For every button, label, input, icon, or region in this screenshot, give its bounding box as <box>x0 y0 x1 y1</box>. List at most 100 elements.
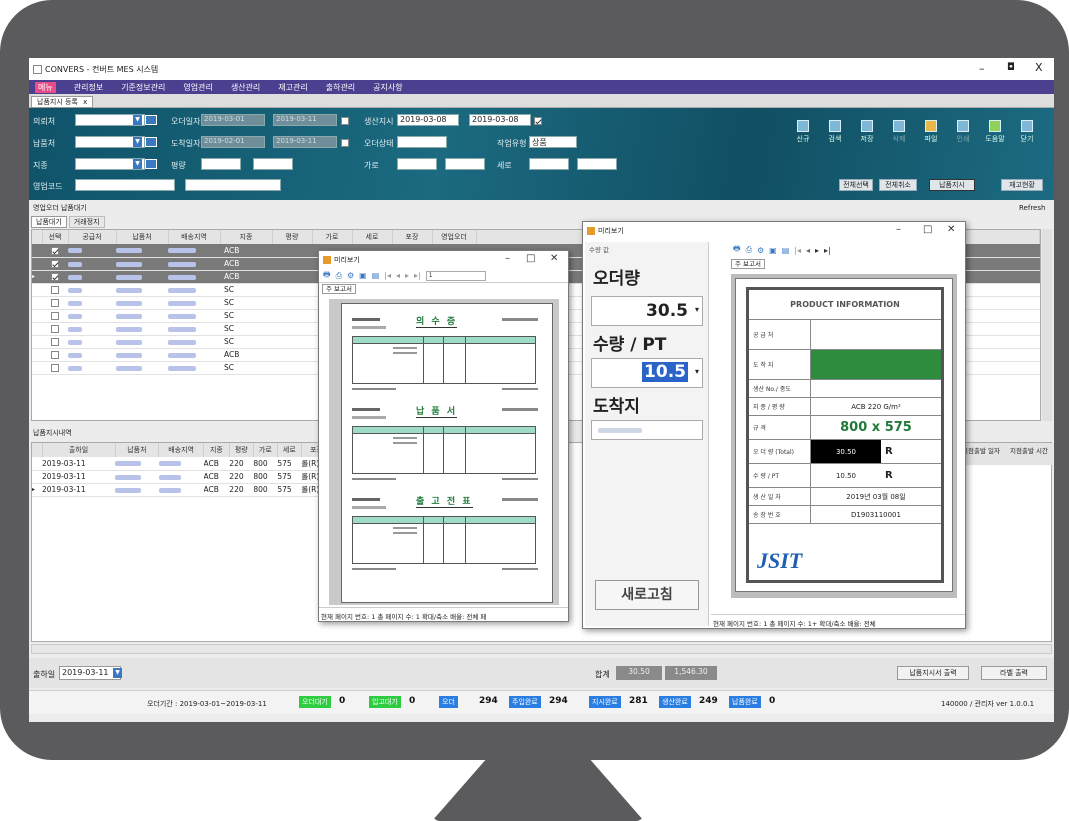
lower-col-header[interactable]: 가로 <box>253 443 278 457</box>
layout-icon[interactable]: ▤ <box>372 271 380 280</box>
lower-col-header[interactable]: 납품처 <box>115 443 160 457</box>
delivery-place-search-button[interactable] <box>145 137 157 147</box>
subtab-suspended[interactable]: 거래정지 <box>68 216 105 228</box>
preview-small-minimize[interactable]: – <box>505 253 510 264</box>
table-row[interactable]: 2019-03-11 ACB 220 800 575 롤(R) <box>32 470 332 484</box>
delivery-place-dropdown[interactable]: ▼ <box>133 137 142 147</box>
ream-to-input[interactable] <box>253 158 293 170</box>
height-from-input[interactable] <box>529 158 569 170</box>
standard-dropdown[interactable]: ▼ <box>133 159 142 169</box>
tab-delivery-order[interactable]: 납품지시 등록 x <box>31 96 94 108</box>
toolbar-new-button[interactable]: 신규 <box>791 120 815 144</box>
arrival-date-checkbox[interactable] <box>341 139 349 147</box>
row-checkbox[interactable] <box>51 299 59 307</box>
preview-large-maximize[interactable]: □ <box>923 224 932 235</box>
layout-icon[interactable]: ▤ <box>782 246 790 255</box>
page-number-field[interactable]: 1 <box>425 270 486 281</box>
print-instruction-button[interactable]: 납품지시서 출력 <box>897 666 969 680</box>
order-date-from[interactable]: 2019-03-01 <box>201 114 265 126</box>
row-checkbox[interactable] <box>51 286 59 294</box>
menu-item-7[interactable]: 공지사항 <box>373 82 402 93</box>
sales-code-input-2[interactable] <box>185 179 281 191</box>
upper-col-header[interactable]: 포장 <box>392 230 433 244</box>
menu-item-6[interactable]: 출하관리 <box>326 82 355 93</box>
order-date-to[interactable]: 2019-03-11 <box>273 114 337 126</box>
preview-large-close[interactable]: ✕ <box>947 224 955 235</box>
lower-col-header[interactable]: 지종 <box>203 443 230 457</box>
table-row[interactable]: ▸ 2019-03-11 ACB 220 800 575 롤(R) <box>32 483 332 497</box>
prev-page-icon[interactable]: ◂ <box>806 246 810 255</box>
production-date-from[interactable]: 2019-03-08 <box>397 114 459 126</box>
stock-status-button[interactable]: 재고현황 <box>1001 179 1043 191</box>
toolbar-file-button[interactable]: 파일 <box>919 120 943 144</box>
work-type-select[interactable]: 상품 <box>529 136 577 148</box>
refresh-button[interactable]: 새로고침 <box>595 580 699 610</box>
production-date-checkbox[interactable] <box>534 117 542 125</box>
width-to-input[interactable] <box>445 158 485 170</box>
upper-col-header[interactable]: 영업오더 <box>432 230 477 244</box>
upper-col-header[interactable]: 배송지역 <box>168 230 221 244</box>
menu-item-4[interactable]: 생산관리 <box>231 82 260 93</box>
toolbar-delete-button[interactable]: 삭제 <box>887 120 911 144</box>
table-row[interactable]: 2019-03-11 ACB 220 800 575 롤(R) <box>32 457 332 471</box>
toolbar-save-button[interactable]: 저장 <box>855 120 879 144</box>
row-checkbox[interactable] <box>51 246 59 255</box>
production-date-to[interactable]: 2019-03-08 <box>469 114 531 126</box>
toolbar-print-button[interactable]: 인쇄 <box>951 120 975 144</box>
subtab-waiting[interactable]: 납품대기 <box>31 216 67 228</box>
print-icon[interactable]: 🖶 <box>733 243 741 257</box>
order-place-search-button[interactable] <box>145 115 157 125</box>
printer-setup-icon[interactable]: ⎙ <box>336 271 342 281</box>
upper-col-header[interactable]: 가로 <box>312 230 353 244</box>
order-qty-stepper[interactable]: 30.5 ▾ <box>591 296 703 326</box>
deselect-all-button[interactable]: 전체취소 <box>879 179 917 191</box>
close-button[interactable]: X <box>1035 61 1043 74</box>
printer-setup-icon[interactable]: ⎙ <box>746 245 752 255</box>
arrival-date-to[interactable]: 2019-03-11 <box>273 136 337 148</box>
toolbar-help-button[interactable]: 도움말 <box>983 120 1007 144</box>
order-place-dropdown[interactable]: ▼ <box>133 115 142 125</box>
delivery-instruction-button[interactable]: 납품지시 <box>929 179 975 191</box>
row-checkbox[interactable] <box>51 325 59 333</box>
upper-col-header[interactable]: 세로 <box>352 230 393 244</box>
menu-item-5[interactable]: 재고관리 <box>278 82 307 93</box>
height-to-input[interactable] <box>577 158 617 170</box>
settings-icon[interactable]: ⚙ <box>757 246 764 255</box>
upper-grid-scrollbar[interactable] <box>1042 229 1052 421</box>
preview-small-close[interactable]: ✕ <box>550 253 558 264</box>
arrival-date-from[interactable]: 2019-02-01 <box>201 136 265 148</box>
menu-item-1[interactable]: 관리정보 <box>74 82 103 93</box>
ream-from-input[interactable] <box>201 158 241 170</box>
select-all-button[interactable]: 전체선택 <box>839 179 873 191</box>
first-page-icon[interactable]: |◂ <box>384 271 391 280</box>
zoom-icon[interactable]: ▣ <box>769 246 777 255</box>
next-page-icon[interactable]: ▸ <box>405 271 409 280</box>
settings-icon[interactable]: ⚙ <box>347 271 354 280</box>
lower-col-header[interactable]: 세로 <box>277 443 302 457</box>
print-label-button[interactable]: 라벨 출력 <box>981 666 1047 680</box>
first-page-icon[interactable]: |◂ <box>794 246 801 255</box>
menu-item-3[interactable]: 영업관리 <box>183 82 212 93</box>
upper-col-header[interactable]: 납품처 <box>116 230 169 244</box>
last-page-icon[interactable]: ▸| <box>824 246 831 255</box>
maximize-button[interactable]: ◘ <box>1007 62 1015 73</box>
ship-date-dropdown[interactable]: ▼ <box>113 668 122 678</box>
qty-pt-spin-icon[interactable]: ▾ <box>695 367 699 376</box>
standard-search-button[interactable] <box>145 159 157 169</box>
row-checkbox[interactable] <box>51 338 59 346</box>
preview-small-maximize[interactable]: □ <box>526 253 535 264</box>
row-checkbox[interactable] <box>51 351 59 359</box>
order-qty-spin-icon[interactable]: ▾ <box>695 305 699 314</box>
print-icon[interactable]: 🖶 <box>323 269 331 283</box>
row-checkbox[interactable] <box>51 364 59 372</box>
sales-code-input[interactable] <box>75 179 175 191</box>
subtab-main-report[interactable]: 주 보고서 <box>322 284 356 294</box>
row-checkbox[interactable] <box>51 273 59 281</box>
menu-item-0[interactable]: 메뉴 <box>35 81 56 93</box>
qty-pt-stepper[interactable]: 10.5 ▾ <box>591 358 703 388</box>
prev-page-icon[interactable]: ◂ <box>396 271 400 280</box>
refresh-link[interactable]: Refresh <box>1019 204 1045 212</box>
tab-close-icon[interactable]: x <box>83 98 87 106</box>
minimize-button[interactable]: – <box>979 62 985 75</box>
order-date-checkbox[interactable] <box>341 117 349 125</box>
